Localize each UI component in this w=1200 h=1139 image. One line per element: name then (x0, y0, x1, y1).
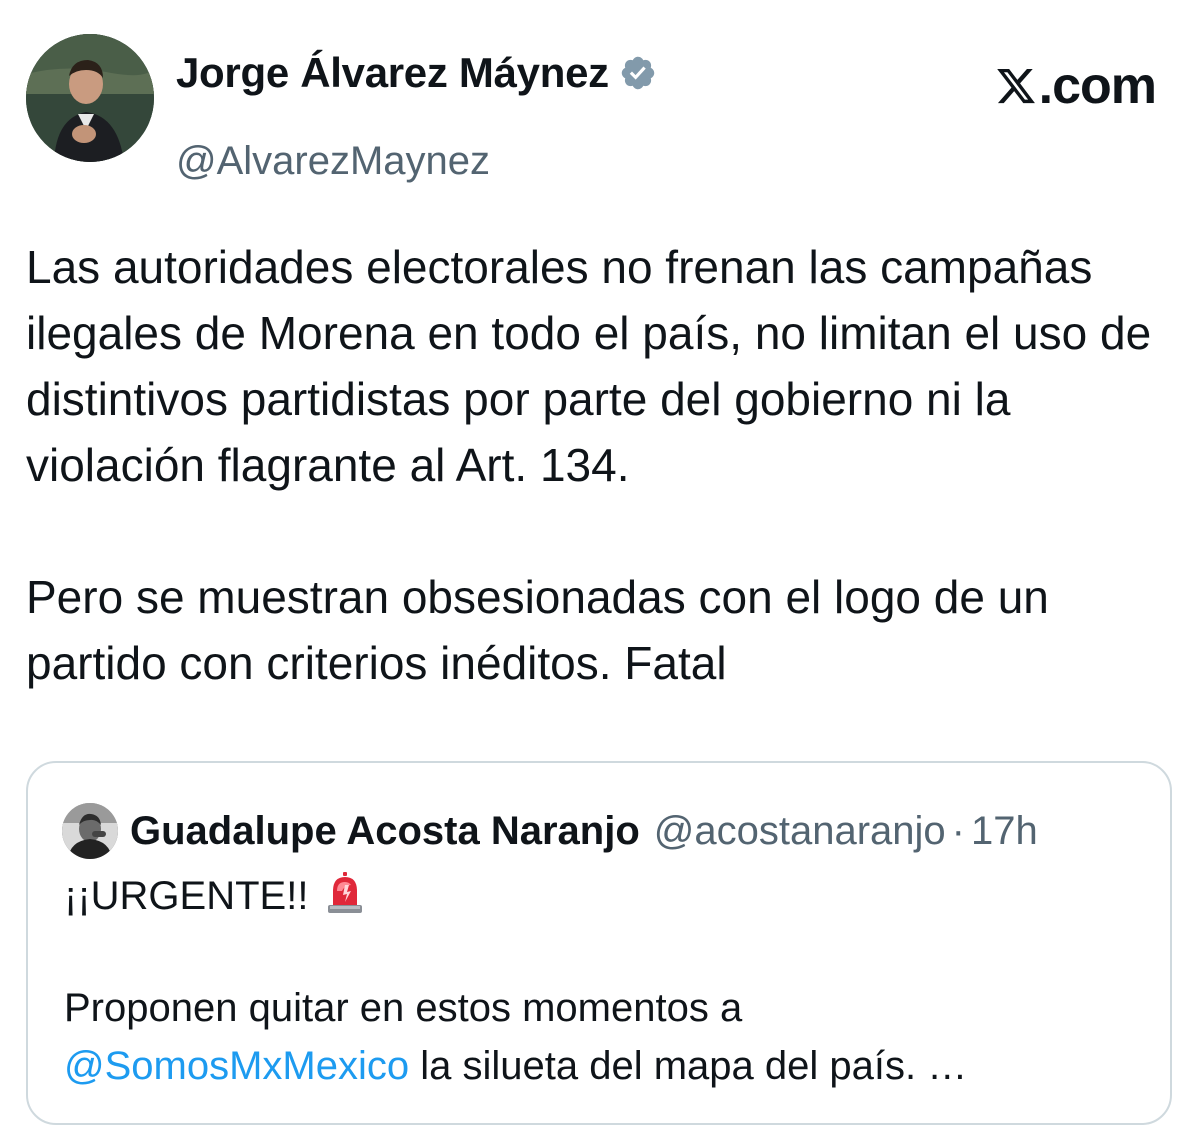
quoted-tweet-line: Proponen quitar en estos momentos a @Somo… (64, 979, 1144, 1095)
author-handle[interactable]: @AlvarezMaynez (176, 138, 490, 184)
author-avatar[interactable] (26, 34, 154, 162)
quoted-tweet-text: ¡¡URGENTE!! Proponen quitar en estos mom… (64, 867, 1144, 1095)
quoted-text-line3: la silueta del mapa del país. … (409, 1044, 968, 1088)
urgent-text: ¡¡URGENTE!! (64, 874, 309, 918)
quoted-tweet-header: Guadalupe Acosta Naranjo @acostanaranjo … (62, 803, 1038, 859)
x-dot-com-logo: .com (995, 56, 1157, 116)
quoted-author-avatar[interactable] (62, 803, 118, 859)
tweet-paragraph: Las autoridades electorales no frenan la… (26, 241, 1152, 491)
tweet-header: Jorge Álvarez Máynez @AlvarezMaynez .com (26, 34, 1174, 183)
mention-link[interactable]: @SomosMxMexico (64, 1044, 409, 1088)
quoted-author-name[interactable]: Guadalupe Acosta Naranjo (130, 807, 640, 855)
x-logo-icon (996, 68, 1035, 104)
quoted-text-line2: Proponen quitar en estos momentos a (64, 986, 743, 1030)
tweet-text: Las autoridades electorales no frenan la… (26, 234, 1176, 696)
tweet-paragraph: Pero se muestran obsesionadas con el log… (26, 571, 1049, 689)
x-logo-suffix: .com (1038, 57, 1157, 115)
author-name-row: Jorge Álvarez Máynez (176, 48, 657, 98)
quoted-tweet-card[interactable]: Guadalupe Acosta Naranjo @acostanaranjo … (26, 761, 1172, 1125)
rotating-light-icon (327, 872, 362, 913)
verified-badge-icon (621, 56, 655, 90)
quoted-author-handle[interactable]: @acostanaranjo (654, 807, 946, 855)
separator-dot: · (951, 809, 965, 853)
quoted-tweet-time[interactable]: 17h (971, 807, 1038, 855)
quoted-tweet-line: ¡¡URGENTE!! (64, 867, 1144, 925)
author-name[interactable]: Jorge Álvarez Máynez (176, 48, 609, 98)
